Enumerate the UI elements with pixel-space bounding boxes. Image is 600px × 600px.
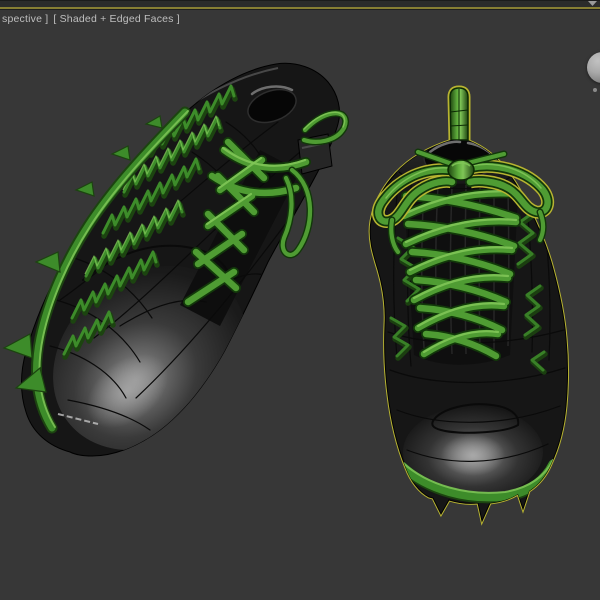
right-shoe-object[interactable] <box>368 85 569 526</box>
left-shoe-object[interactable] <box>2 62 349 488</box>
right-shoe-heel-tab <box>449 87 469 141</box>
navigation-dot-icon <box>593 88 597 92</box>
3d-viewport[interactable]: spective ] [ Shaded + Edged Faces ] <box>0 0 600 600</box>
viewport-canvas[interactable] <box>0 0 600 600</box>
